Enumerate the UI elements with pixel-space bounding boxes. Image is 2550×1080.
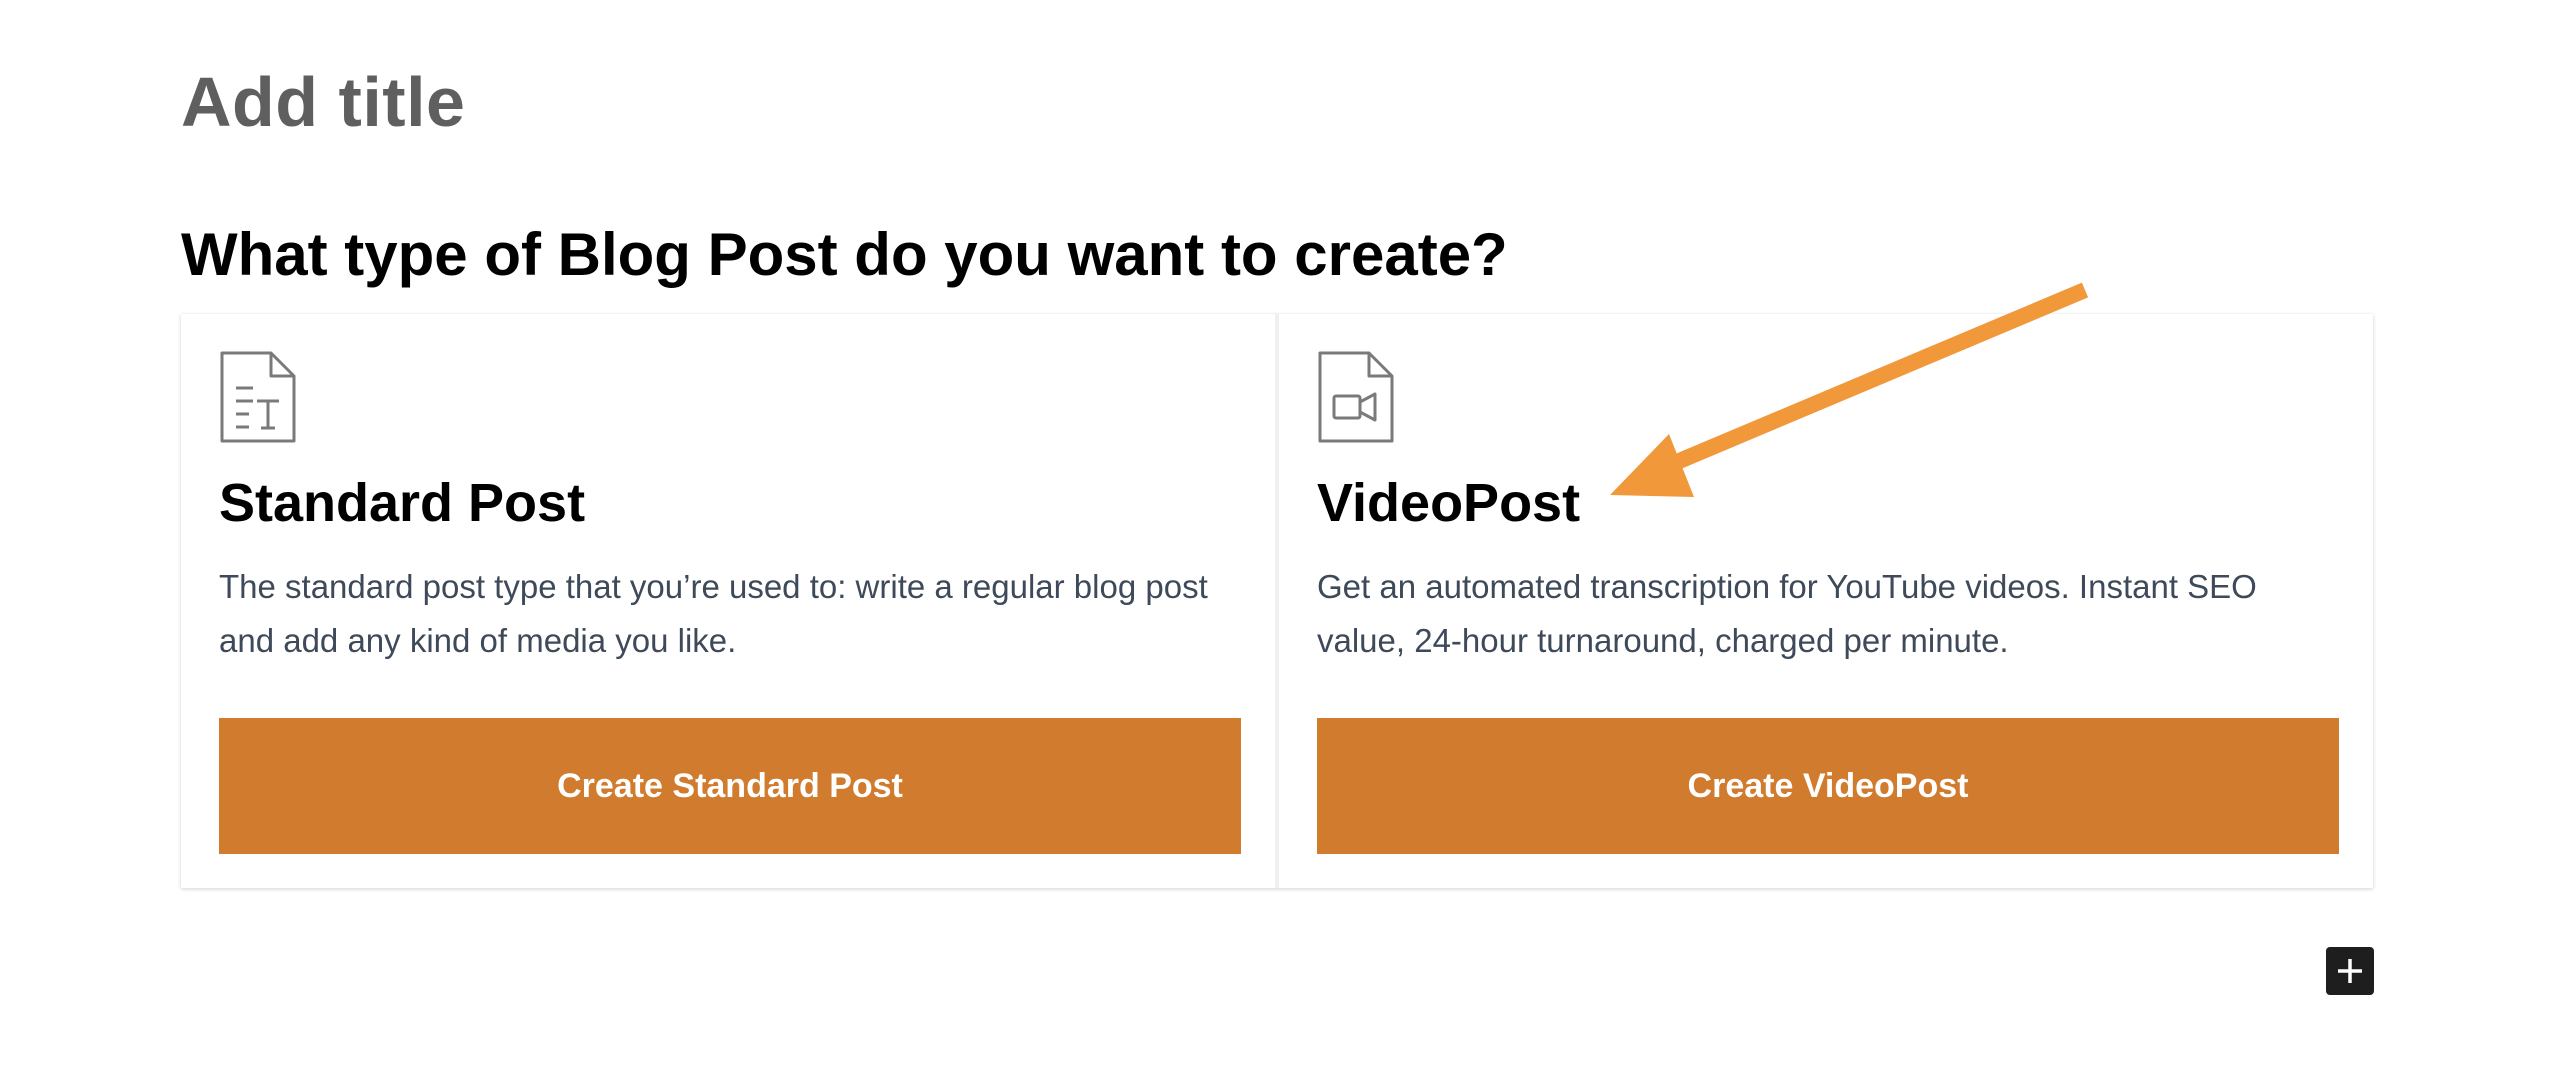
post-type-question: What type of Blog Post do you want to cr… [181,221,1508,288]
standard-post-title: Standard Post [219,473,586,533]
videopost-card: VideoPost Get an automated transcription… [1279,314,2373,888]
text-document-icon [220,351,296,443]
add-block-button[interactable] [2326,947,2374,995]
editor-canvas: Add title What type of Blog Post do you … [0,0,2550,1080]
standard-post-description: The standard post type that you’re used … [219,568,1208,659]
standard-post-card: Standard Post The standard post type tha… [181,314,1275,888]
create-standard-post-button[interactable]: Create Standard Post [219,718,1241,854]
videopost-title: VideoPost [1317,473,1581,533]
post-title-input[interactable]: Add title [181,62,465,142]
video-document-icon [1318,351,1394,443]
videopost-description: Get an automated transcription for YouTu… [1317,568,2257,659]
plus-icon [2338,959,2362,983]
create-videopost-button[interactable]: Create VideoPost [1317,718,2339,854]
post-type-cards: Standard Post The standard post type tha… [181,314,2373,888]
